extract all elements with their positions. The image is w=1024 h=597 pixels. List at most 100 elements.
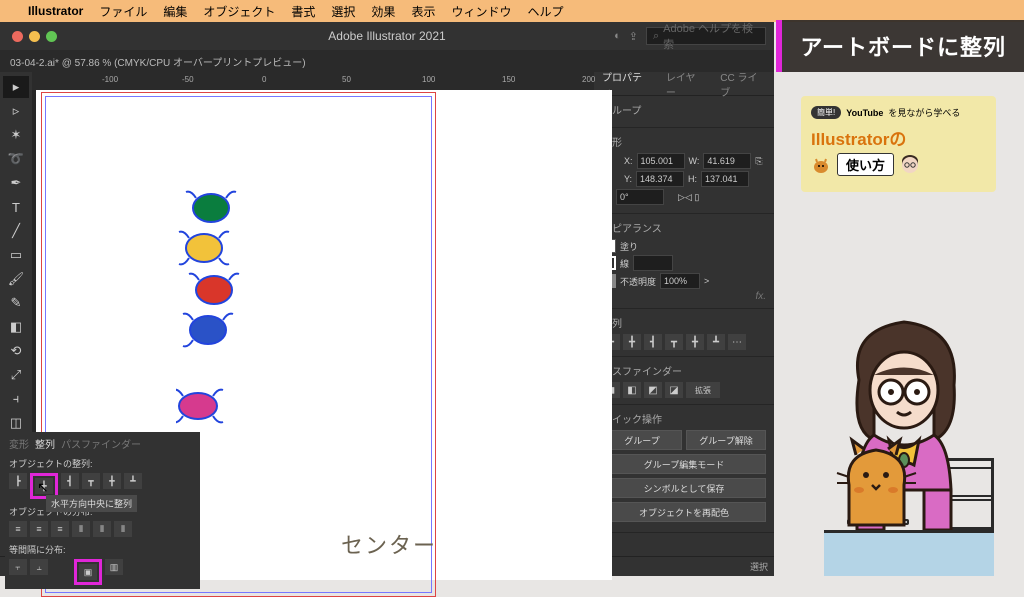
selection-tool[interactable]: ▸ [3,76,29,98]
instructor-mini-icon [900,155,920,175]
distribute-spacing-label: 等間隔に分布: [9,543,196,556]
align-bottom-icon[interactable]: ┻ [124,473,142,489]
eraser-tool[interactable]: ◧ [3,316,29,338]
distribute-top-icon[interactable]: ≡ [9,521,27,537]
document-tab[interactable]: 03-04-2.ai* @ 57.86 % (CMYK/CPU オーバープリント… [10,54,306,69]
link-icon[interactable]: ⎘ [755,156,762,167]
transform-section: 変形 ▦X: W:⎘ Y: H: ⊿: ▷◁ ▯ [594,128,774,214]
search-placeholder: Adobe ヘルプを検索 [663,20,759,52]
free-transform-tool[interactable]: ◫ [3,412,29,434]
menu-effect[interactable]: 効果 [371,3,395,20]
pathfinder-intersect-icon[interactable]: ◩ [644,382,662,398]
ruler-mark: -50 [182,75,194,84]
card-illustrator-text: Illustratorの [811,125,986,150]
brush-tool[interactable]: 🖌 [3,268,29,290]
direct-selection-tool[interactable]: ▹ [3,100,29,122]
document-tab-bar: 03-04-2.ai* @ 57.86 % (CMYK/CPU オーバープリント… [0,50,774,72]
menu-help[interactable]: ヘルプ [527,3,563,20]
tab-cc-libraries[interactable]: CC ライブ [712,72,774,99]
traffic-lights [0,31,57,42]
align-hcenter-icon[interactable]: ╋ [623,334,641,350]
align-top-icon[interactable]: ┳ [665,334,683,350]
align-vcenter-icon[interactable]: ╋ [686,334,704,350]
transform-x[interactable] [637,153,685,169]
ruler-mark: 0 [262,75,266,84]
rotate-tool[interactable]: ⟲ [3,340,29,362]
highlighted-align-to-artboard: ▣ [74,559,102,585]
close-icon[interactable] [12,31,23,42]
canvas-annotation: センター [341,528,437,560]
zoom-icon[interactable] [46,31,57,42]
menu-view[interactable]: 表示 [411,3,435,20]
line-tool[interactable]: ╱ [3,220,29,242]
pathfinder-expand-button[interactable]: 拡張 [686,382,720,398]
distribute-hspacing-icon[interactable]: ⫠ [30,559,48,575]
panel-tabs: プロパティ レイヤー CC ライブ [594,72,774,96]
menu-object[interactable]: オブジェクト [203,3,275,20]
user-icon[interactable]: ◐ [614,30,621,42]
app-name[interactable]: Illustrator [28,4,83,18]
rectangle-tool[interactable]: ▭ [3,244,29,266]
menu-type[interactable]: 書式 [291,3,315,20]
distribute-bottom-icon[interactable]: ≡ [51,521,69,537]
share-icon[interactable]: ⇪ [629,30,638,43]
distribute-hcenter-icon[interactable]: ⫴ [93,521,111,537]
align-to-selection-icon[interactable]: ▥ [105,559,123,575]
menu-select[interactable]: 選択 [331,3,355,20]
easy-badge: 簡単! [811,106,841,119]
width-tool[interactable]: ⫞ [3,388,29,410]
selection-type: グループ [602,102,766,117]
pathfinder-exclude-icon[interactable]: ◪ [665,382,683,398]
transform-w[interactable] [703,153,751,169]
ruler-horizontal: -100 -50 0 50 100 150 200 [32,72,594,90]
align-vcenter-icon[interactable]: ╋ [103,473,121,489]
float-tab-align[interactable]: 整列 [35,436,55,451]
transform-angle[interactable] [616,189,664,205]
distribute-vspacing-icon[interactable]: ⫟ [9,559,27,575]
ruler-mark: 200 [582,75,595,84]
align-bottom-icon[interactable]: ┻ [707,334,725,350]
align-left-icon[interactable]: ┣ [9,473,27,489]
ruler-mark: 50 [342,75,351,84]
stroke-label: 線 [620,257,629,270]
group-button[interactable]: グループ [602,430,682,450]
float-tab-transform[interactable]: 変形 [9,436,29,451]
type-tool[interactable]: T [3,196,29,218]
ruler-mark: 100 [422,75,435,84]
tab-layers[interactable]: レイヤー [658,72,712,99]
distribute-right-icon[interactable]: ⫴ [114,521,132,537]
mascot-mini-icon [811,155,831,175]
opacity-input[interactable] [660,273,700,289]
distribute-vcenter-icon[interactable]: ≡ [30,521,48,537]
float-tab-pathfinder[interactable]: パスファインダー [61,436,141,451]
pencil-tool[interactable]: ✎ [3,292,29,314]
align-objects-label: オブジェクトの整列: [9,457,196,470]
menu-edit[interactable]: 編集 [163,3,187,20]
illustration-scene [734,216,1024,576]
titlebar: Adobe Illustrator 2021 ◐ ⇪ ⌕ Adobe ヘルプを検… [0,22,774,50]
pen-tool[interactable]: ✒ [3,172,29,194]
menu-file[interactable]: ファイル [99,3,147,20]
transform-h[interactable] [701,171,749,187]
scale-tool[interactable]: ⤢ [3,364,29,386]
align-hcenter-icon[interactable]: ╋ ↖ [35,478,53,494]
align-top-icon[interactable]: ┳ [82,473,100,489]
stroke-weight[interactable] [633,255,673,271]
pathfinder-minus-front-icon[interactable]: ◧ [623,382,641,398]
distribute-left-icon[interactable]: ⫴ [72,521,90,537]
artwork-group[interactable] [176,190,246,465]
menu-window[interactable]: ウィンドウ [451,3,511,20]
align-to-artboard-icon[interactable]: ▣ [79,564,97,580]
magic-wand-tool[interactable]: ✶ [3,124,29,146]
cat-mascot [834,435,919,530]
align-right-icon[interactable]: ┫ [644,334,662,350]
minimize-icon[interactable] [29,31,40,42]
video-title-banner: アートボードに整列 [782,20,1024,72]
opacity-label: 不透明度 [620,275,656,288]
course-card: 簡単! YouTube を見ながら学べる Illustratorの 使い方 [801,96,996,192]
help-search[interactable]: ⌕ Adobe ヘルプを検索 [646,27,766,45]
align-right-icon[interactable]: ┫ [61,473,79,489]
ruler-mark: 150 [502,75,515,84]
lasso-tool[interactable]: ➰ [3,148,29,170]
transform-y[interactable] [636,171,684,187]
